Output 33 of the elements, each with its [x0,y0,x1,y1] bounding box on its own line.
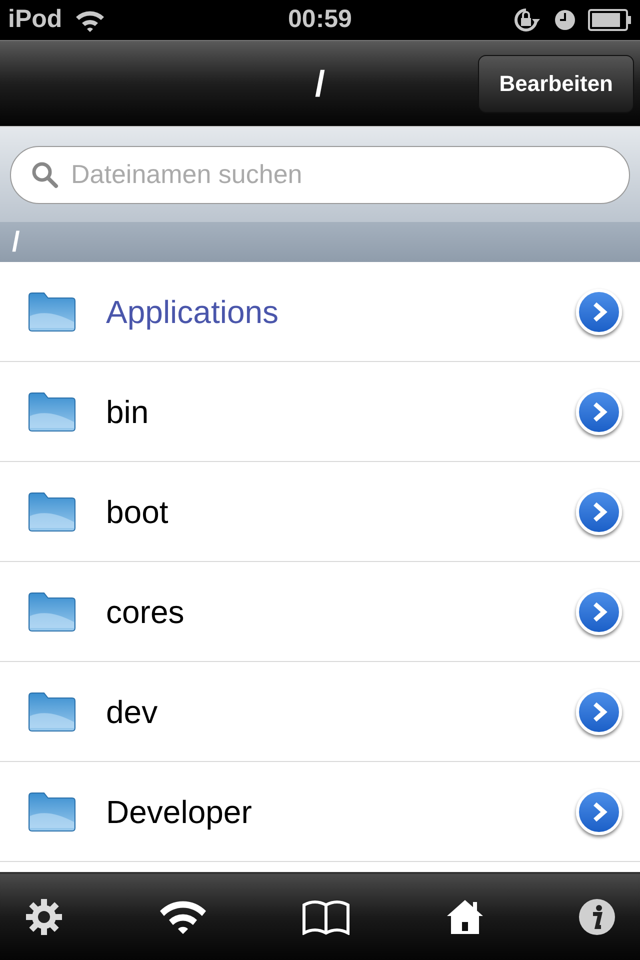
file-row[interactable]: boot [0,462,640,562]
wifi-icon[interactable] [158,899,208,935]
book-icon[interactable] [301,899,351,935]
file-name: bin [106,392,149,432]
home-icon[interactable] [444,898,484,936]
alarm-clock-icon [554,9,576,31]
file-name: Developer [106,792,252,832]
file-row[interactable]: Applications [0,262,640,362]
file-name: Applications [106,292,279,332]
navigation-title: / [315,62,325,106]
folder-icon [28,592,76,632]
folder-icon [28,692,76,732]
battery-icon [588,9,632,31]
file-row[interactable]: Developer [0,762,640,862]
section-header-label: / [12,225,20,259]
settings-icon[interactable] [24,897,64,937]
file-name: dev [106,692,158,732]
carrier-label: iPod [8,4,62,36]
folder-icon [28,792,76,832]
file-row[interactable]: cores [0,562,640,662]
folder-icon [28,392,76,432]
clock-label: 00:59 [288,4,352,36]
file-name: cores [106,592,184,632]
search-input[interactable]: Dateinamen suchen [71,155,609,194]
info-icon[interactable] [578,898,616,936]
search-icon [31,160,59,188]
folder-icon [28,492,76,532]
file-row[interactable]: bin [0,362,640,462]
search-field[interactable]: Dateinamen suchen [10,146,630,204]
file-name: boot [106,492,168,532]
folder-icon [28,292,76,332]
file-row[interactable]: dev [0,662,640,762]
edit-button[interactable]: Bearbeiten [478,54,634,112]
